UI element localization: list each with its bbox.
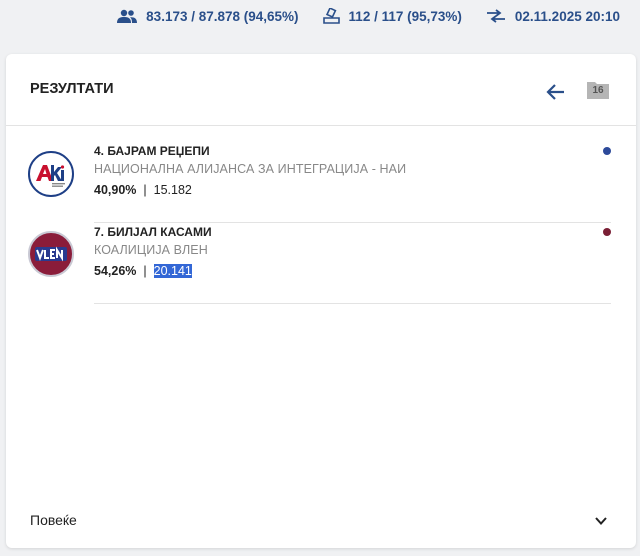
candidate-votes: 15.182 (153, 183, 192, 197)
card-header: РЕЗУЛТАТИ 16 (6, 54, 636, 126)
result-separator: | (143, 183, 147, 197)
party-color-dot (603, 228, 611, 236)
sync-arrows-icon (486, 9, 505, 23)
party-color-dot (603, 147, 611, 155)
party-logo (28, 231, 74, 277)
stations-stat: 112 / 117 (95,73%) (322, 8, 462, 24)
candidate-party: КОАЛИЦИЈА ВЛЕН (94, 243, 208, 257)
voters-value: 83.173 / 87.878 (94,65%) (146, 8, 299, 24)
result-separator: | (143, 264, 147, 278)
nai-logo-icon (36, 165, 65, 187)
candidate-votes: 20.141 (153, 264, 192, 278)
candidate-name: 7. БИЛЈАЛ КАСАМИ (94, 225, 212, 239)
people-icon (117, 9, 138, 23)
candidate-result: 40,90% | 15.182 (94, 183, 192, 197)
vlen-logo-icon (35, 246, 67, 262)
ballot-box-icon (322, 8, 340, 24)
voters-stat: 83.173 / 87.878 (94,65%) (117, 8, 299, 24)
updated-stat: 02.11.2025 20:10 (486, 9, 620, 24)
candidate-percent: 54,26% (94, 264, 137, 278)
candidate-result: 54,26% | 20.141 (94, 264, 192, 278)
candidate-row[interactable]: 4. БАЈРАМ РЕЏЕПИ НАЦИОНАЛНА АЛИЈАНСА ЗА … (6, 144, 636, 223)
updated-value: 02.11.2025 20:10 (514, 8, 620, 24)
stats-bar: 83.173 / 87.878 (94,65%) 112 / 117 (95,7… (0, 0, 640, 32)
candidate-name: 4. БАЈРАМ РЕЏЕПИ (94, 144, 210, 158)
candidate-row[interactable]: 7. БИЛЈАЛ КАСАМИ КОАЛИЦИЈА ВЛЕН 54,26% | 2… (6, 225, 636, 304)
candidate-info: 7. БИЛЈАЛ КАСАМИ КОАЛИЦИЈА ВЛЕН 54,26% | 2… (94, 225, 611, 304)
back-button[interactable] (544, 80, 568, 104)
page-title: РЕЗУЛТАТИ (30, 81, 114, 97)
stations-value: 112 / 117 (95,73%) (348, 8, 462, 24)
chevron-down-icon (595, 517, 607, 525)
more-toggle[interactable]: Повеќе (30, 512, 77, 528)
candidate-party: НАЦИОНАЛНА АЛИЈАНСА ЗА ИНТЕГРАЦИЈА - НАИ (94, 162, 407, 176)
candidate-info: 4. БАЈРАМ РЕЏЕПИ НАЦИОНАЛНА АЛИЈАНСА ЗА … (94, 144, 611, 223)
party-logo (28, 151, 74, 197)
candidate-percent: 40,90% (94, 183, 137, 197)
expand-button[interactable] (593, 513, 609, 529)
folder-count-button[interactable]: 16 (586, 80, 610, 100)
folder-count: 16 (592, 85, 604, 96)
results-card: РЕЗУЛТАТИ 16 4. БАЈРАМ РЕЏЕПИ НАЦИОНАЛНА… (6, 54, 636, 548)
arrow-left-icon (546, 84, 564, 100)
